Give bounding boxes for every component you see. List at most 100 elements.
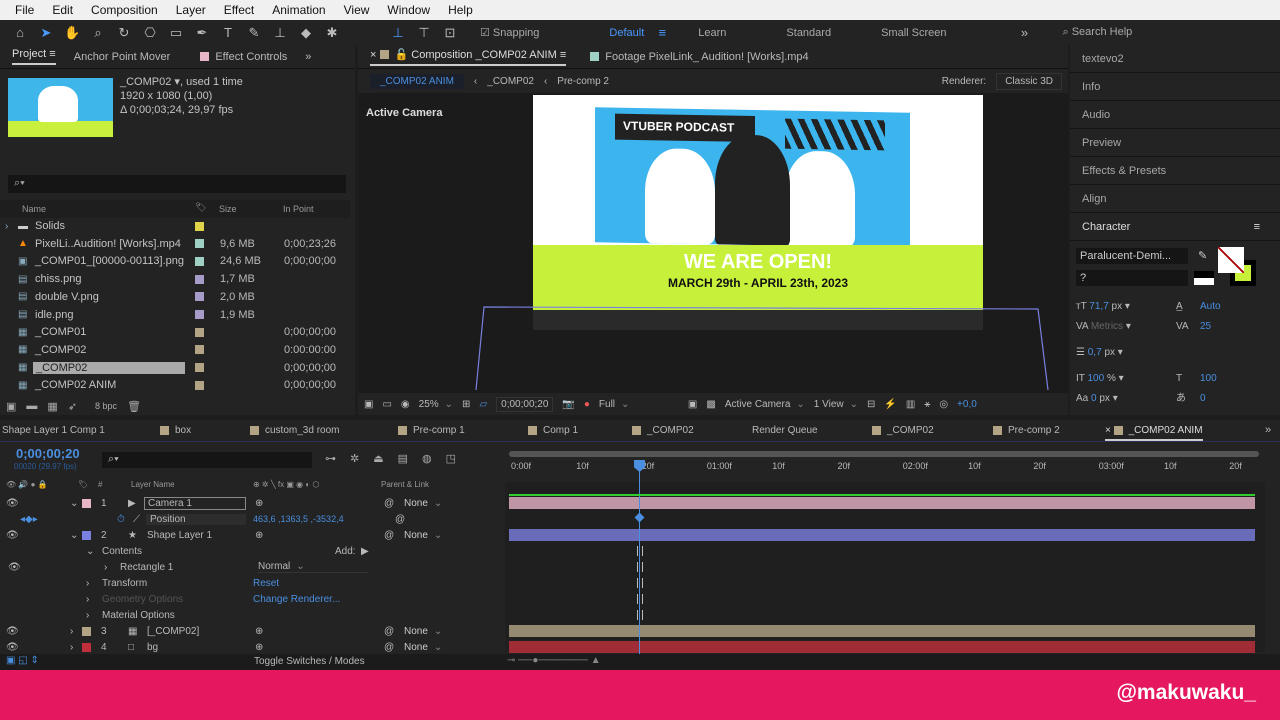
contents-group[interactable]: Contents [102,546,142,557]
view-axis-icon[interactable]: ⊡ [442,25,458,41]
property-row[interactable]: › Geometry Options Change Renderer... [0,591,505,607]
shy-switch-icon[interactable]: ⊕ [255,642,263,653]
flowchart-icon[interactable]: ⚹ [924,399,930,410]
tab-effect-controls[interactable]: Effect Controls [200,51,287,63]
camera-dropdown[interactable]: Active Camera [725,399,805,410]
label-swatch[interactable] [195,256,204,266]
font-size-value[interactable]: 71,7 [1089,301,1108,312]
interpret-footage-icon[interactable]: ▣ [6,400,16,413]
timeline-tab[interactable]: Pre-comp 2 [993,425,1060,436]
more-tabs-icon[interactable]: » [1265,424,1271,436]
layer-name-column[interactable]: Layer Name [131,480,175,489]
visibility-toggle-icon[interactable]: 👁 [8,562,21,573]
trash-icon[interactable]: 🗑 [127,400,141,413]
layer-name[interactable]: bg [147,642,158,653]
timeline-timecode[interactable]: 0;00;00;20 [16,446,80,461]
keyframe-marker[interactable] [637,594,643,604]
black-white-swatch[interactable] [1194,271,1214,285]
panel-menu-icon[interactable]: ≡ [1254,213,1260,240]
shy-switch-icon[interactable]: ⊕ [255,530,263,541]
column-size[interactable]: Size [219,204,237,214]
reset-link[interactable]: Reset [253,578,279,589]
tsume-value[interactable]: 0 [1200,389,1206,409]
draft3d-icon[interactable]: ⊟ [867,399,875,410]
label-swatch[interactable] [195,310,204,319]
eraser-tool-icon[interactable]: ◆ [298,25,314,41]
column-in-point[interactable]: In Point [283,204,314,214]
menu-edit[interactable]: Edit [43,3,82,17]
label-swatch[interactable] [195,221,204,231]
font-family-dropdown[interactable]: Paralucent-Demi... [1076,248,1188,264]
layer-row[interactable]: 👁 ⌄ 1 ▶ Camera 1 ⊕ @ None [0,495,505,511]
playhead[interactable] [639,460,640,655]
label-column-icon[interactable]: 🏷 [195,202,206,213]
expand-icon[interactable]: › [104,562,107,573]
label-swatch[interactable] [195,327,204,337]
mask-vis-icon[interactable]: ▱ [479,399,487,410]
draft-3d-icon[interactable]: ✲ [350,452,359,465]
menu-composition[interactable]: Composition [82,3,167,17]
zoom-dropdown[interactable]: 25% [419,399,453,410]
stopwatch-icon[interactable]: ⏱ [117,514,125,525]
zoom-tool-icon[interactable]: ⌕ [90,25,106,41]
menu-view[interactable]: View [335,3,379,17]
kerning-value[interactable]: Metrics [1091,321,1123,332]
expand-icon[interactable]: › [70,642,73,653]
panel-audio[interactable]: Audio [1070,101,1280,129]
puppet-tool-icon[interactable]: ✱ [324,25,340,41]
parent-dropdown[interactable]: None [404,498,479,509]
panel-align[interactable]: Align [1070,185,1280,213]
graph-icon[interactable]: ⟋ [133,514,140,525]
type-tool-icon[interactable]: T [220,25,236,40]
layer-name[interactable]: Camera 1 [144,496,246,510]
timeline-tab[interactable]: Pre-comp 1 [398,425,465,436]
frame-blend-icon[interactable]: ▤ [398,452,408,465]
toggle-switches-modes[interactable]: Toggle Switches / Modes [254,656,365,667]
timeline-search-input[interactable]: ⌕▾ [102,452,312,468]
workspace-standard[interactable]: Standard [786,27,831,39]
leading-value[interactable]: Auto [1200,297,1221,317]
menu-help[interactable]: Help [439,3,482,17]
parent-dropdown[interactable]: None [404,530,479,541]
bpc-button[interactable]: 8 bpc [95,401,117,411]
tracking-value[interactable]: 25 [1200,317,1211,337]
motion-blur-icon[interactable]: ◍ [422,452,432,465]
expand-icon[interactable]: › [86,610,89,621]
property-row[interactable]: › Material Options [0,607,505,623]
layer-name[interactable]: [_COMP02] [147,626,199,637]
timeline-tab[interactable]: custom_3d room [250,425,339,436]
project-item[interactable]: ▦ _COMP02 ANIM 0;00;00;00 [0,376,350,394]
project-item[interactable]: › ▬ Solids [0,217,350,235]
project-item[interactable]: ▦ _COMP01 0;00;00;00 [0,323,350,341]
horizontal-scale-value[interactable]: 100 [1200,369,1217,389]
project-search-input[interactable]: ⌕▾ [8,175,346,193]
panel-textevo2[interactable]: textevo2 [1070,45,1280,73]
project-item[interactable]: ▦ _COMP02 0:00:00:00 [0,341,350,359]
graph-editor-icon[interactable]: ◳ [446,452,456,465]
new-comp-icon[interactable]: ▦ [47,400,57,413]
label-swatch[interactable] [195,274,204,284]
parent-dropdown[interactable]: None [404,642,479,653]
menu-layer[interactable]: Layer [167,3,215,17]
vertical-scale-value[interactable]: 100 [1088,373,1105,384]
render-time-icon[interactable]: ▣ ◱ ⇕ [6,655,39,666]
layer-label-swatch[interactable] [82,530,91,540]
baseline-shift-value[interactable]: 0 [1091,393,1097,404]
selection-tool-icon[interactable]: ➤ [38,25,54,41]
workspace-default[interactable]: Default [609,27,644,39]
zoom-slider[interactable]: ⊸ ──●─────── ▲ [507,655,601,666]
hand-tool-icon[interactable]: ✋ [64,25,80,41]
expand-icon[interactable]: ⌄ [70,530,78,541]
menu-effect[interactable]: Effect [215,3,263,17]
change-renderer-link[interactable]: Change Renderer... [253,594,340,605]
reset-exposure-icon[interactable]: ◎ [939,399,948,410]
label-swatch[interactable] [195,239,204,249]
layer-row[interactable]: 👁 › 3 ▦ [_COMP02] ⊕ @ None [0,623,505,639]
project-item[interactable]: ▤ double V.png 2,0 MB [0,288,350,306]
expand-icon[interactable]: ⌄ [86,546,94,557]
panel-effects-presets[interactable]: Effects & Presets [1070,157,1280,185]
project-item[interactable]: ▣ _COMP01_[00000-00113].png 24,6 MB 0;00;00… [0,252,350,270]
layer-duration-bar[interactable] [509,497,1255,509]
layer-duration-bar[interactable] [509,529,1255,541]
timeline-tab[interactable]: Render Queue [752,425,818,436]
